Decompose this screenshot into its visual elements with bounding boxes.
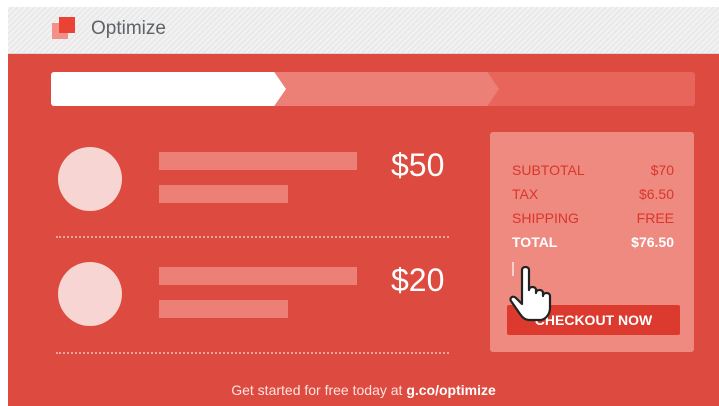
cart-item: $50 [58, 147, 458, 217]
total-row: TOTAL $76.50 [512, 234, 674, 250]
hand-pointer-icon [509, 265, 552, 322]
progress-step-2 [269, 72, 499, 106]
total-label: TOTAL [512, 234, 558, 250]
subtotal-label: SUBTOTAL [512, 162, 585, 178]
ad-frame: Optimize $50 $20 SUBTOTAL $70 TAX $6.50 … [8, 7, 719, 406]
product-subtitle-placeholder [159, 300, 288, 318]
footer-text: Get started for free today at [231, 382, 407, 398]
product-title-placeholder [159, 152, 357, 170]
progress-step-3 [485, 72, 695, 106]
checkout-progress-bar [51, 72, 695, 106]
footer-link[interactable]: g.co/optimize [406, 382, 495, 398]
optimize-logo-icon [52, 17, 82, 43]
divider [56, 352, 449, 354]
product-image-placeholder [58, 262, 122, 326]
brand-name: Optimize [91, 18, 166, 39]
shipping-value: FREE [636, 210, 674, 226]
item-price: $20 [391, 262, 445, 298]
shipping-row: SHIPPING FREE [512, 210, 674, 226]
progress-step-1 [51, 72, 286, 106]
tax-row: TAX $6.50 [512, 186, 674, 202]
tax-value: $6.50 [638, 186, 674, 202]
product-subtitle-placeholder [159, 185, 288, 203]
product-title-placeholder [159, 267, 357, 285]
subtotal-row: SUBTOTAL $70 [512, 162, 674, 178]
divider [56, 236, 449, 238]
footer-cta: Get started for free today at g.co/optim… [8, 382, 719, 398]
cart-item: $20 [58, 262, 458, 332]
item-price: $50 [391, 147, 445, 183]
total-value: $76.50 [631, 234, 674, 250]
top-bar: Optimize [8, 7, 719, 54]
shipping-label: SHIPPING [512, 210, 579, 226]
subtotal-value: $70 [650, 162, 674, 178]
product-image-placeholder [58, 147, 122, 211]
tax-label: TAX [512, 186, 539, 202]
